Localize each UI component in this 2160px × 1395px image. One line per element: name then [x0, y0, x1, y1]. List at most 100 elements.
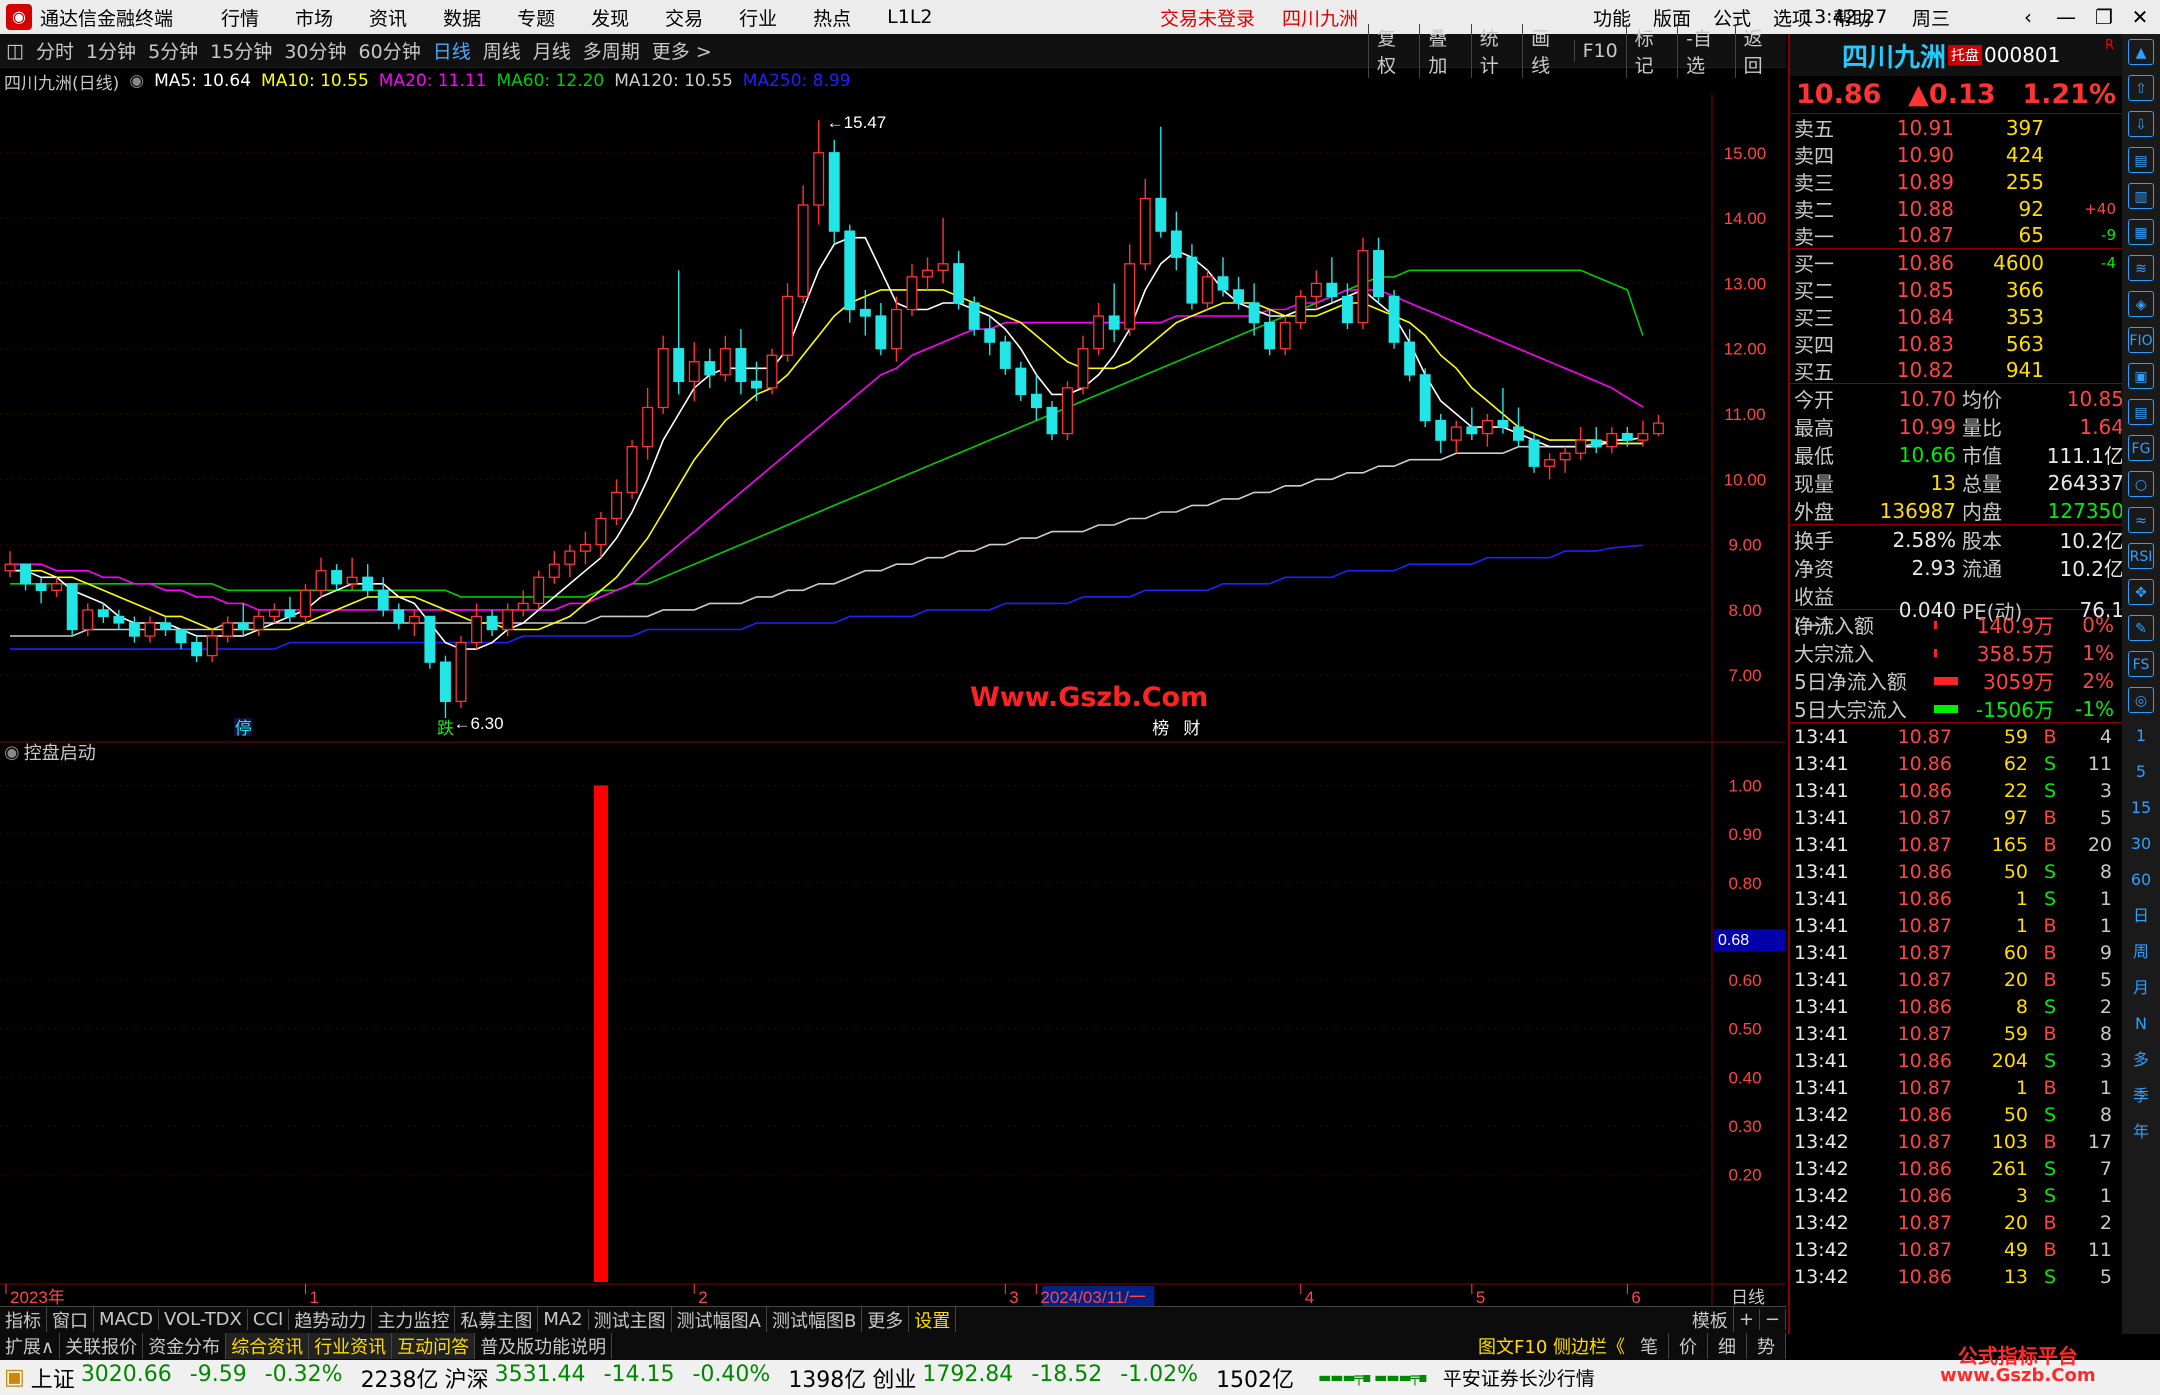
menu-trade[interactable]: 交易	[647, 4, 721, 31]
indicator-tab-10[interactable]: 测试幅图A	[672, 1306, 767, 1333]
bid-row-2[interactable]: 买二 10.85 366	[1790, 276, 2122, 304]
status-icon[interactable]: ▣	[4, 1365, 25, 1390]
side-icon-24[interactable]: 日	[2128, 903, 2154, 929]
side-icon-0[interactable]: ▲	[2128, 39, 2154, 65]
info-tab-0[interactable]: 扩展∧	[0, 1333, 61, 1359]
side-icon-17[interactable]: FS	[2128, 651, 2154, 677]
side-icon-27[interactable]: N	[2128, 1011, 2154, 1037]
indicator-tab-0[interactable]: 指标	[0, 1306, 47, 1333]
tab-multi-period[interactable]: 多周期	[577, 37, 646, 64]
tab-intraday[interactable]: 分时	[30, 37, 80, 64]
side-icon-4[interactable]: ▥	[2128, 183, 2154, 209]
indicator-tab-8[interactable]: MA2	[538, 1309, 589, 1330]
menu-data[interactable]: 数据	[425, 4, 499, 31]
menu-news[interactable]: 资讯	[351, 4, 425, 31]
ask-row-2[interactable]: 卖二 10.88 92 +40	[1790, 195, 2122, 223]
sidebar-toggle[interactable]: 图文F10 侧边栏《	[1473, 1333, 1630, 1359]
info-tab-5[interactable]: 互动问答	[392, 1333, 476, 1359]
restore-icon[interactable]: ❐	[2086, 0, 2122, 34]
tabs1-right-btn-1[interactable]: +	[1734, 1309, 1760, 1330]
tab-weekly[interactable]: 周线	[477, 37, 527, 64]
info-tab-3[interactable]: 综合资讯	[226, 1333, 310, 1359]
panel-mode-btn-2[interactable]: 细	[1708, 1333, 1747, 1359]
ask-row-5[interactable]: 卖五 10.91 397	[1790, 114, 2122, 142]
side-icon-1[interactable]: ⇧	[2128, 75, 2154, 101]
menu-market[interactable]: 市场	[277, 4, 351, 31]
indicator-tab-9[interactable]: 测试主图	[589, 1306, 672, 1333]
index-name[interactable]: 沪深	[445, 1362, 489, 1394]
side-icon-22[interactable]: 30	[2128, 831, 2154, 857]
side-icon-28[interactable]: 多	[2128, 1047, 2154, 1073]
tab-15min[interactable]: 15分钟	[204, 37, 278, 64]
legend-settings-icon[interactable]: ◉	[129, 71, 144, 91]
side-icon-8[interactable]: FIO	[2128, 327, 2154, 353]
side-icon-30[interactable]: 年	[2128, 1119, 2154, 1145]
minimize-icon[interactable]: —	[2048, 0, 2084, 34]
side-icon-13[interactable]: ≈	[2128, 507, 2154, 533]
indicator-tab-3[interactable]: VOL-TDX	[159, 1309, 248, 1330]
side-icon-18[interactable]: ◎	[2128, 687, 2154, 713]
side-icon-12[interactable]: ○	[2128, 471, 2154, 497]
day-button[interactable]: 日线	[1731, 1288, 1765, 1306]
index-name[interactable]: 上证	[31, 1362, 75, 1394]
bid-row-4[interactable]: 买四 10.83 563	[1790, 330, 2122, 358]
menu-hot[interactable]: 热点	[795, 4, 869, 31]
info-tab-4[interactable]: 行业资讯	[309, 1333, 393, 1359]
indicator-tab-11[interactable]: 测试幅图B	[767, 1306, 863, 1333]
bid-row-5[interactable]: 买五 10.82 941	[1790, 357, 2122, 384]
sidebar-toggle-icon[interactable]: ◫	[0, 40, 30, 62]
ask-row-4[interactable]: 卖四 10.90 424	[1790, 141, 2122, 169]
menu-topic[interactable]: 专题	[499, 4, 573, 31]
menu-discover[interactable]: 发现	[573, 4, 647, 31]
tab-monthly[interactable]: 月线	[527, 37, 577, 64]
indicator-collapse-icon[interactable]: ◉	[4, 742, 20, 763]
indicator-tab-2[interactable]: MACD	[94, 1309, 159, 1330]
side-icon-5[interactable]: ▦	[2128, 219, 2154, 245]
panel-mode-btn-3[interactable]: 势	[1747, 1333, 1786, 1359]
side-icon-3[interactable]: ▤	[2128, 147, 2154, 173]
tab-30min[interactable]: 30分钟	[278, 37, 352, 64]
indicator-tab-7[interactable]: 私募主图	[455, 1306, 539, 1333]
side-icon-9[interactable]: ▣	[2128, 363, 2154, 389]
side-icon-25[interactable]: 周	[2128, 939, 2154, 965]
menu-industry[interactable]: 行业	[721, 4, 795, 31]
tab-more[interactable]: 更多 >	[646, 37, 718, 64]
bid-row-3[interactable]: 买三 10.84 353	[1790, 303, 2122, 331]
tool-back[interactable]: 返回	[1734, 24, 1786, 78]
tab-1min[interactable]: 1分钟	[80, 37, 142, 64]
tab-60min[interactable]: 60分钟	[353, 37, 427, 64]
menu-l1l2[interactable]: L1L2	[869, 6, 950, 28]
tab-daily[interactable]: 日线	[427, 37, 477, 64]
side-icon-15[interactable]: ✥	[2128, 579, 2154, 605]
side-icon-7[interactable]: ◈	[2128, 291, 2154, 317]
close-icon[interactable]: ✕	[2122, 0, 2158, 34]
info-tab-2[interactable]: 资金分布	[143, 1333, 227, 1359]
kline-chart[interactable]: 15.0014.0013.0012.0011.0010.009.008.007.…	[0, 94, 1786, 1306]
menu-quote[interactable]: 行情	[203, 4, 277, 31]
info-tab-1[interactable]: 关联报价	[60, 1333, 144, 1359]
side-icon-10[interactable]: ▤	[2128, 399, 2154, 425]
tab-5min[interactable]: 5分钟	[142, 37, 204, 64]
side-icon-21[interactable]: 15	[2128, 795, 2154, 821]
indicator-tab-12[interactable]: 更多	[862, 1306, 910, 1333]
ask-row-3[interactable]: 卖三 10.89 255	[1790, 168, 2122, 196]
ask-row-1[interactable]: 卖一 10.87 65 -9	[1790, 222, 2122, 249]
side-icon-19[interactable]: 1	[2128, 723, 2154, 749]
side-icon-14[interactable]: RSI	[2128, 543, 2154, 569]
indicator-tab-6[interactable]: 主力监控	[372, 1306, 456, 1333]
panel-mode-btn-0[interactable]: 笔	[1630, 1333, 1669, 1359]
side-icon-29[interactable]: 季	[2128, 1083, 2154, 1109]
side-icon-16[interactable]: ✎	[2128, 615, 2154, 641]
tool-f10[interactable]: F10	[1573, 40, 1626, 62]
indicator-tab-5[interactable]: 趋势动力	[289, 1306, 373, 1333]
side-icon-23[interactable]: 60	[2128, 867, 2154, 893]
side-icon-11[interactable]: FG	[2128, 435, 2154, 461]
tick-list[interactable]: 13:41 10.87 59 B 4 13:41 10.86 62 S 11 13:41 10.86 2…	[1790, 723, 2122, 1290]
indicator-tab-13[interactable]: 设置	[909, 1306, 957, 1333]
back-icon[interactable]: ‹	[2010, 0, 2046, 34]
bid-row-1[interactable]: 买一 10.86 4600 -4	[1790, 249, 2122, 277]
indicator-tab-4[interactable]: CCI	[248, 1309, 290, 1330]
side-icon-26[interactable]: 月	[2128, 975, 2154, 1001]
info-tab-6[interactable]: 普及版功能说明	[475, 1333, 613, 1359]
side-icon-20[interactable]: 5	[2128, 759, 2154, 785]
